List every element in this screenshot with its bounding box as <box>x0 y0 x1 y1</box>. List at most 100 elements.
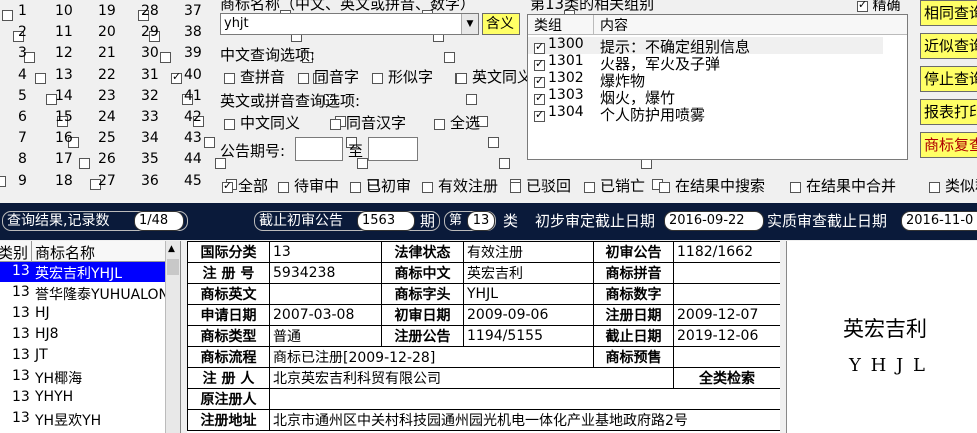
cn-checkbox[interactable] <box>456 72 467 84</box>
results-scrollbar[interactable]: ▲ <box>165 241 180 433</box>
similar-query-button[interactable]: 近似查询 <box>920 33 977 59</box>
status-filter-checkbox[interactable] <box>278 181 289 193</box>
all-class-search-button[interactable]: 全类检索 <box>673 367 780 389</box>
cn-option[interactable]: 查拼音 <box>224 66 285 87</box>
groups-list[interactable]: 类组 内容 1300提示：不确定组别信息1301火器，军火及子弹1302爆炸物1… <box>527 14 908 160</box>
en-checkbox[interactable] <box>224 118 235 130</box>
en-option[interactable]: 全选 <box>434 112 480 133</box>
status-filter-label: 有效注册 <box>438 177 499 195</box>
class-number-label: 44 <box>184 151 202 168</box>
col-content-header[interactable]: 内容 <box>600 15 628 35</box>
col-name-header[interactable]: 商标名称 <box>35 242 95 263</box>
group-row[interactable]: 1303烟火，爆竹 <box>528 87 883 107</box>
group-row[interactable]: 1304 个人防护用喷雾 <box>528 104 883 124</box>
class-checkbox[interactable] <box>204 136 215 148</box>
cn-checkbox[interactable] <box>298 72 309 84</box>
status-filter[interactable]: 有效注册 <box>422 175 498 196</box>
group-checkbox[interactable] <box>534 40 545 54</box>
group-row[interactable]: 1302爆炸物 <box>528 70 883 90</box>
class-number-label: 35 <box>141 151 159 168</box>
class-checkbox[interactable] <box>79 157 90 169</box>
class-checkbox[interactable] <box>2 9 13 21</box>
digits-label: 商标数字 <box>593 283 674 305</box>
class-checkbox[interactable] <box>171 70 182 85</box>
class-checkbox[interactable] <box>444 51 455 63</box>
status-filter[interactable]: 已销亡 <box>584 175 645 196</box>
result-row[interactable]: 13 YH昱欢YH <box>0 409 165 429</box>
status-filter[interactable]: 已初审 <box>350 175 411 196</box>
status-filter-checkbox[interactable] <box>222 179 233 193</box>
result-row[interactable]: 13 英宏吉利YHJL <box>0 262 165 282</box>
result-row[interactable]: 13 YHYH <box>0 388 165 408</box>
en-option[interactable]: 同音汉字 <box>330 112 406 133</box>
en-checkbox[interactable] <box>434 118 445 130</box>
status-filter[interactable]: 全部 <box>222 175 268 196</box>
precise-checkbox[interactable] <box>857 0 868 12</box>
scroll-up-icon[interactable]: ▲ <box>168 244 175 254</box>
status-filter-checkbox[interactable] <box>584 181 595 193</box>
result-row[interactable]: 13 JT <box>0 346 165 366</box>
group-checkbox[interactable] <box>534 108 545 122</box>
status-filter-checkbox[interactable] <box>422 181 433 193</box>
clipped-checkbox[interactable] <box>0 176 6 187</box>
result-row[interactable]: 13 HJ8 <box>0 325 165 345</box>
result-row[interactable]: 13 HJ <box>0 304 165 324</box>
class-number-label: 39 <box>184 45 202 62</box>
result-row[interactable]: 13 誉华隆泰YUHUALONG <box>0 283 180 303</box>
en-name-label: 商标英文 <box>187 283 270 305</box>
class-number-label: 11 <box>55 24 73 41</box>
status-filter[interactable]: 在结果中搜索 <box>659 175 765 196</box>
cn-option[interactable]: 同音字 <box>298 66 359 87</box>
en-option[interactable]: 中文同义 <box>224 112 300 133</box>
class-checkbox[interactable] <box>160 51 171 63</box>
chevron-down-icon[interactable]: ▼ <box>461 14 478 34</box>
group-row[interactable]: 1300提示：不确定组别信息 <box>528 36 883 56</box>
print-report-button[interactable]: 报表打印 <box>920 99 977 125</box>
result-class: 13 <box>12 284 30 300</box>
trademark-name-label: 商标名称（中文、英文或拼音、数字） <box>220 0 476 13</box>
group-content: 个人防护用喷雾 <box>600 106 706 124</box>
status-filter[interactable]: 待审中 <box>278 175 339 196</box>
status-filter-checkbox[interactable] <box>929 181 940 193</box>
class-checkbox[interactable] <box>499 157 510 169</box>
stop-query-button[interactable]: 停止查询 <box>920 66 977 92</box>
period-to-input[interactable] <box>368 137 418 161</box>
col-class-header[interactable]: 类别 <box>0 242 28 263</box>
trademark-name-input[interactable]: yhjt ▼ <box>220 13 479 35</box>
same-query-button[interactable]: 相同查询 <box>920 0 977 26</box>
precise-option[interactable]: 精确 <box>857 0 900 15</box>
group-checkbox[interactable] <box>534 74 545 88</box>
cn-option[interactable]: 形似字 <box>372 66 433 87</box>
status-filter[interactable]: 已驳回 <box>510 175 571 196</box>
cn-checkbox[interactable] <box>372 72 383 84</box>
cn-checkbox[interactable] <box>224 72 235 84</box>
en-name-value <box>269 283 382 305</box>
cn-option[interactable]: 英文同义 <box>456 66 532 87</box>
en-checkbox[interactable] <box>330 118 341 130</box>
status-filter-checkbox[interactable] <box>659 181 670 193</box>
status-filter[interactable]: 类似群 <box>929 175 977 196</box>
info-bar: 查询结果,记录数 1/48 截止初审公告 1563 期 第 13 类 初步审定截… <box>0 203 977 240</box>
group-checkbox[interactable] <box>534 57 545 71</box>
col-group-header[interactable]: 类组 <box>534 15 562 35</box>
status-filter-checkbox[interactable] <box>350 181 361 193</box>
period-from-input[interactable] <box>295 137 343 161</box>
meaning-button[interactable]: 含义 <box>482 13 520 35</box>
result-row[interactable]: 13 YH椰海 <box>0 367 165 387</box>
scroll-thumb[interactable] <box>167 259 179 275</box>
class-checkbox[interactable] <box>488 136 499 148</box>
group-checkbox[interactable] <box>534 91 545 105</box>
status-filter[interactable]: 在结果中合并 <box>790 175 896 196</box>
period-to-label: 至 <box>348 142 364 160</box>
en-option-label: 同音汉字 <box>346 114 407 132</box>
status-filter-label: 在结果中合并 <box>806 177 897 195</box>
status-filter-checkbox[interactable] <box>510 181 521 193</box>
recheck-button[interactable]: 商标复查 <box>920 132 977 158</box>
group-row[interactable]: 1301火器，军火及子弹 <box>528 53 883 73</box>
results-list[interactable]: 类别 商标名称 13 英宏吉利YHJL 13 誉华隆泰YUHUALONG 13 HJ 13 H… <box>0 241 181 433</box>
address-label: 注册地址 <box>187 409 270 431</box>
class-checkbox[interactable] <box>466 94 477 106</box>
status-filter-checkbox[interactable] <box>790 181 801 193</box>
class-checkbox[interactable] <box>35 73 46 85</box>
class-number-label: 13 <box>55 66 73 83</box>
